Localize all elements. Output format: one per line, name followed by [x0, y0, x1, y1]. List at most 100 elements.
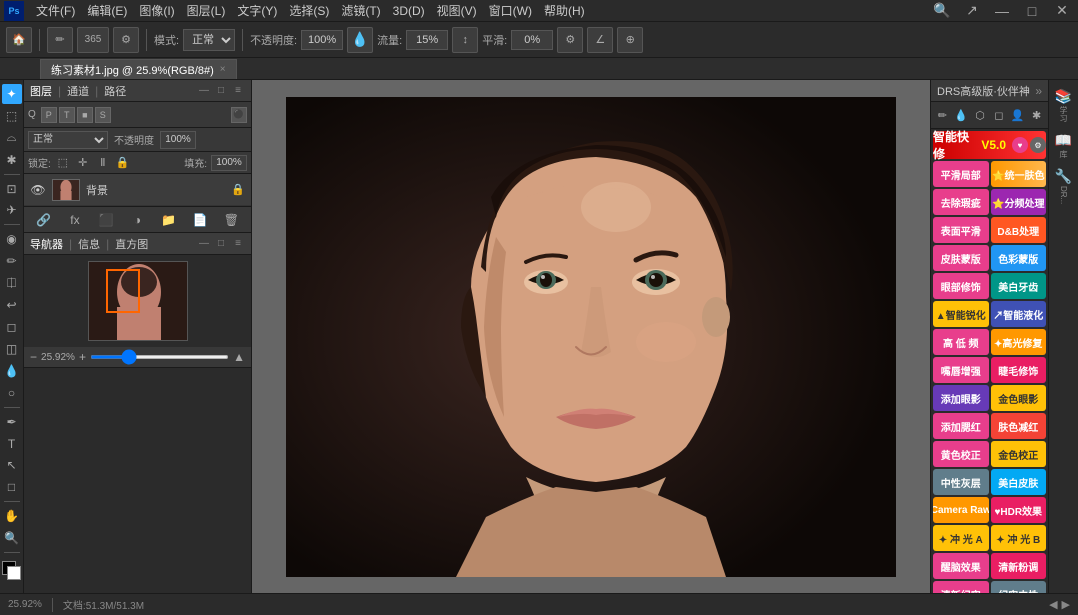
- menu-type[interactable]: 文字(Y): [231, 0, 283, 21]
- freq-sep-btn[interactable]: ⭐分频处理: [991, 189, 1047, 215]
- pixel-layer-icon[interactable]: P: [41, 107, 57, 123]
- background-color[interactable]: [7, 566, 21, 580]
- neutral-grey-btn[interactable]: 中性灰层: [933, 469, 989, 495]
- layers-tab[interactable]: 图层: [30, 83, 52, 99]
- learn-btn[interactable]: 📚 学习: [1052, 84, 1076, 126]
- opacity-input[interactable]: [301, 30, 343, 50]
- zoom-in-btn[interactable]: +: [79, 350, 86, 364]
- gold-correct-btn[interactable]: 金色校正: [991, 441, 1047, 467]
- lasso-tool[interactable]: ⌓: [2, 128, 22, 148]
- shape-tool[interactable]: □: [2, 477, 22, 497]
- menu-window[interactable]: 窗口(W): [483, 0, 538, 21]
- plugin-icon-4[interactable]: ◻: [990, 106, 1008, 124]
- menu-select[interactable]: 选择(S): [283, 0, 335, 21]
- brush-settings[interactable]: ⚙: [113, 27, 139, 53]
- zoom-fit-btn[interactable]: ▲: [233, 350, 245, 364]
- brush-count[interactable]: 365: [77, 27, 109, 53]
- camera-raw-btn[interactable]: Camera Raw: [933, 497, 989, 523]
- plugin-panel-expand-btn[interactable]: »: [1035, 84, 1042, 98]
- channels-tab[interactable]: 通道: [67, 83, 89, 99]
- histogram-tab[interactable]: 直方图: [115, 236, 148, 252]
- dr-btn[interactable]: 🔧 DR...: [1052, 164, 1076, 208]
- smart-layer-icon[interactable]: S: [95, 107, 111, 123]
- lock-position-btn[interactable]: ✛: [75, 155, 91, 171]
- spot-heal-tool[interactable]: ◉: [2, 229, 22, 249]
- flow-icon[interactable]: ↕: [452, 27, 478, 53]
- add-adjustment-btn[interactable]: ◑: [128, 211, 146, 229]
- info-tab[interactable]: 信息: [78, 236, 100, 252]
- blur-tool[interactable]: 💧: [2, 361, 22, 381]
- maximize-icon[interactable]: □: [1020, 0, 1044, 23]
- navigator-viewport-rect[interactable]: [106, 269, 140, 313]
- mode-select[interactable]: 正常: [183, 29, 235, 51]
- light-b-btn[interactable]: ✦ 冲 光 B: [991, 525, 1047, 551]
- lip-enhance-btn[interactable]: 嘴唇增强: [933, 357, 989, 383]
- zoom-slider[interactable]: [90, 355, 229, 359]
- surface-smooth-btn[interactable]: 表面平滑: [933, 217, 989, 243]
- reduce-red-btn[interactable]: 肤色减红: [991, 413, 1047, 439]
- add-mask-btn[interactable]: ⬛: [97, 211, 115, 229]
- status-arrow-right[interactable]: ▶: [1062, 598, 1070, 611]
- plugin-icon-b[interactable]: ⚙: [1030, 137, 1046, 153]
- panel-menu-btn[interactable]: ≡: [231, 84, 245, 98]
- layer-item-background[interactable]: 👁 背景 🔒: [24, 174, 251, 206]
- brush-tool-lt[interactable]: ✏: [2, 251, 22, 271]
- smart-sharpen-btn[interactable]: ▲智能锐化: [933, 301, 989, 327]
- history-brush-tool[interactable]: ↩: [2, 295, 22, 315]
- text-layer-icon[interactable]: T: [59, 107, 75, 123]
- plugin-icon-6[interactable]: ✱: [1028, 106, 1046, 124]
- eyedropper-tool[interactable]: ✈: [2, 201, 22, 221]
- menu-image[interactable]: 图像(I): [133, 0, 180, 21]
- opacity-input[interactable]: [160, 131, 196, 149]
- menu-edit[interactable]: 编辑(E): [81, 0, 133, 21]
- add-style-btn[interactable]: fx: [66, 211, 84, 229]
- canvas-image[interactable]: [286, 97, 896, 577]
- close-icon[interactable]: ✕: [1050, 0, 1074, 23]
- add-group-btn[interactable]: 📁: [160, 211, 178, 229]
- teeth-whiten-btn[interactable]: 美白牙齿: [991, 273, 1047, 299]
- nav-expand-btn[interactable]: □: [214, 237, 228, 251]
- plugin-main-header[interactable]: 智能快修 V5.0 ♥ ⚙: [933, 131, 1046, 159]
- minimize-icon[interactable]: —: [990, 0, 1014, 23]
- smooth-local-btn[interactable]: 平滑局部: [933, 161, 989, 187]
- dodge-tool[interactable]: ○: [2, 383, 22, 403]
- menu-filter[interactable]: 滤镜(T): [335, 0, 386, 21]
- share-icon[interactable]: ↗: [960, 0, 984, 23]
- crop-tool[interactable]: ⊡: [2, 179, 22, 199]
- add-eyeshadow-btn[interactable]: 添加眼影: [933, 385, 989, 411]
- gradient-tool[interactable]: ◫: [2, 339, 22, 359]
- smart-liquify-btn[interactable]: ↗智能液化: [991, 301, 1047, 327]
- lock-all-btn[interactable]: 🔒: [115, 155, 131, 171]
- flow-input[interactable]: [406, 30, 448, 50]
- light-a-btn[interactable]: ✦ 冲 光 A: [933, 525, 989, 551]
- unify-skin-btn[interactable]: ⭐统一肤色: [991, 161, 1047, 187]
- magic-wand-tool[interactable]: ✱: [2, 150, 22, 170]
- tab-close-btn[interactable]: ×: [220, 64, 226, 75]
- angle-btn[interactable]: ∠: [587, 27, 613, 53]
- fresh-pink-btn[interactable]: 清新粉调: [991, 553, 1047, 579]
- nav-minimize-btn[interactable]: —: [197, 237, 211, 251]
- skin-mask-btn[interactable]: 皮肤蒙版: [933, 245, 989, 271]
- yellow-correct-btn[interactable]: 黄色校正: [933, 441, 989, 467]
- plugin-icon-3[interactable]: ⬡: [971, 106, 989, 124]
- plugin-icon-5[interactable]: 👤: [1009, 106, 1027, 124]
- eye-retouch-btn[interactable]: 眼部修饰: [933, 273, 989, 299]
- plugin-icon-a[interactable]: ♥: [1012, 137, 1028, 153]
- delete-layer-btn[interactable]: 🗑: [222, 211, 240, 229]
- eraser-tool[interactable]: ◻: [2, 317, 22, 337]
- path-select-tool[interactable]: ↖: [2, 456, 22, 476]
- fill-input[interactable]: [211, 155, 247, 171]
- zoom-out-btn[interactable]: −: [30, 350, 37, 364]
- zoom-tool-lt[interactable]: 🔍: [2, 528, 22, 548]
- link-layers-btn[interactable]: 🔗: [35, 211, 53, 229]
- type-tool[interactable]: T: [2, 434, 22, 454]
- library-btn[interactable]: 📖 库: [1052, 128, 1076, 162]
- clone-stamp-tool[interactable]: ⎅: [2, 273, 22, 293]
- menu-file[interactable]: 文件(F): [30, 0, 81, 21]
- panel-minimize-btn[interactable]: —: [197, 84, 211, 98]
- real-fresh-btn[interactable]: 清新纪实: [933, 581, 989, 593]
- shape-layer-icon[interactable]: ■: [77, 107, 93, 123]
- navigator-tab[interactable]: 导航器: [30, 236, 63, 252]
- color-mask-btn[interactable]: 色彩蒙版: [991, 245, 1047, 271]
- plugin-icon-2[interactable]: 💧: [952, 106, 970, 124]
